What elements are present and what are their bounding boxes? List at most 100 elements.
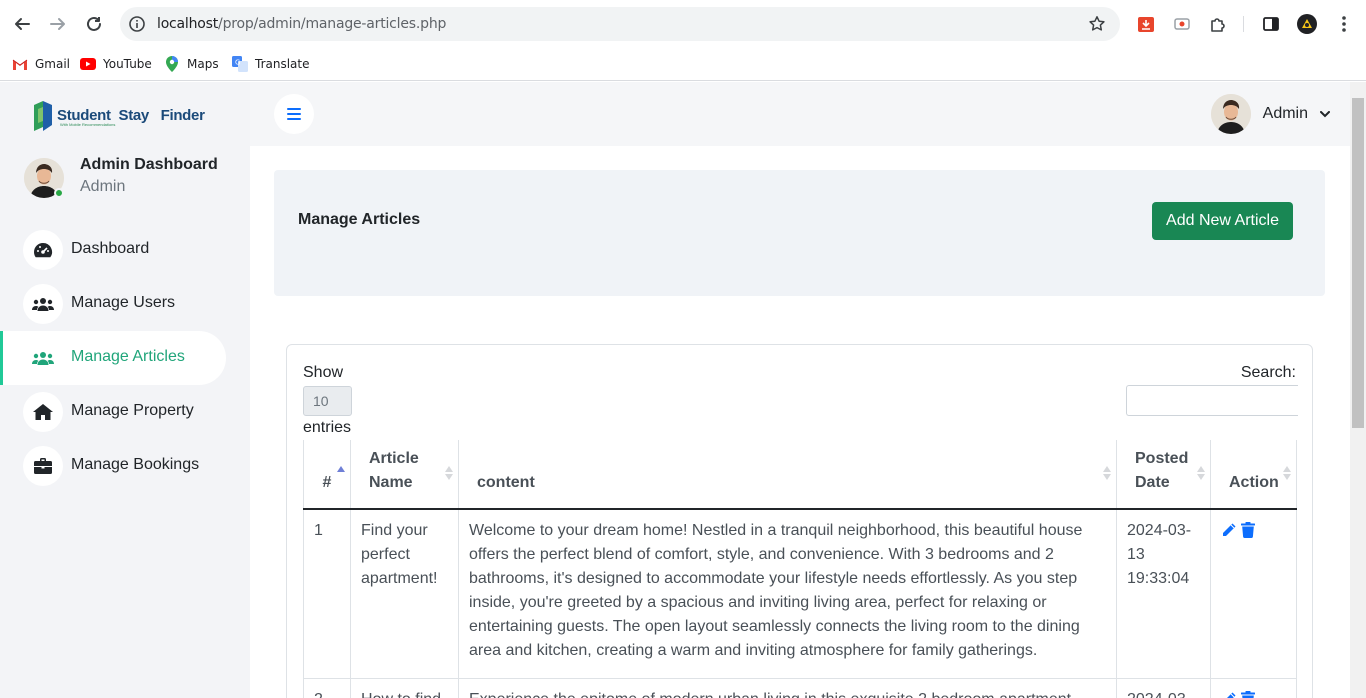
sort-icon — [1283, 466, 1291, 480]
youtube-icon — [80, 56, 96, 72]
brand-logo[interactable]: Student Stay Finder With Mobile Recommen… — [32, 98, 205, 132]
delete-trash-icon[interactable] — [1241, 522, 1255, 538]
table-row: 2 How to find Experience the epitome of … — [303, 678, 1297, 698]
cell-actions — [1210, 509, 1297, 679]
row-actions — [1221, 688, 1286, 698]
translate-icon: G — [232, 56, 248, 72]
column-header-article-name[interactable]: Article Name — [350, 440, 459, 510]
sidebar-item-dashboard[interactable]: Dashboard — [0, 223, 226, 277]
column-header-action[interactable]: Action — [1210, 440, 1297, 510]
sidebar-item-manage-users[interactable]: Manage Users — [0, 277, 226, 331]
downloader-extension-icon[interactable] — [1135, 13, 1157, 35]
column-header-content[interactable]: content — [458, 440, 1117, 510]
cell-number: 2 — [303, 678, 351, 698]
toolbar-divider — [1243, 16, 1244, 32]
address-bar[interactable]: localhost/prop/admin/manage-articles.php — [120, 7, 1120, 41]
hamburger-icon — [287, 108, 301, 120]
cell-content: Welcome to your dream home! Nestled in a… — [458, 509, 1117, 679]
cast-extension-icon[interactable] — [1171, 13, 1193, 35]
reload-icon[interactable] — [82, 12, 106, 36]
briefcase-icon — [23, 446, 63, 486]
page-scrollbar[interactable] — [1350, 82, 1366, 698]
cell-actions — [1210, 678, 1297, 698]
side-panel-icon[interactable] — [1260, 13, 1282, 35]
column-header-label: Posted Date — [1135, 450, 1189, 491]
column-header-label: content — [477, 474, 535, 491]
search-input[interactable] — [1126, 385, 1298, 416]
sort-icon — [445, 466, 453, 480]
profile-avatar-icon[interactable] — [1296, 13, 1318, 35]
extensions-puzzle-icon[interactable] — [1207, 13, 1229, 35]
bookmark-label: Translate — [255, 57, 310, 71]
url-text: localhost/prop/admin/manage-articles.php — [157, 16, 446, 32]
table-row: 1 Find your perfect apartment! Welcome t… — [303, 509, 1297, 679]
bookmark-star-icon[interactable] — [1088, 15, 1106, 33]
sort-icon — [1103, 466, 1111, 480]
brand-name: Student Stay Finder — [57, 107, 205, 124]
bookmark-maps[interactable]: Maps — [164, 53, 219, 75]
page-length-select[interactable]: 10 — [303, 386, 352, 416]
svg-text:G: G — [235, 59, 240, 67]
page-title: Manage Articles — [298, 211, 421, 228]
main-content: Manage Articles Add New Article Show 10 … — [250, 146, 1350, 698]
edit-pencil-icon[interactable] — [1221, 522, 1237, 538]
users-icon — [23, 338, 63, 378]
scrollbar-thumb[interactable] — [1352, 98, 1364, 428]
sidebar-item-label: Manage Bookings — [71, 456, 200, 473]
cell-posted-date: 2024-03- — [1116, 678, 1211, 698]
bookmark-label: Gmail — [35, 57, 71, 71]
sidebar-item-label: Manage Users — [71, 294, 176, 311]
sort-icon — [1197, 466, 1205, 480]
bookmark-label: Maps — [187, 57, 219, 71]
brand-tagline: With Mobile Recommendations — [60, 122, 116, 127]
brand-word-1: Student — [57, 106, 111, 124]
cell-number: 1 — [303, 509, 351, 679]
forward-icon[interactable] — [46, 12, 70, 36]
chrome-menu-icon[interactable] — [1333, 13, 1355, 35]
user-dropdown[interactable]: Admin — [1210, 93, 1330, 135]
edit-pencil-icon[interactable] — [1221, 691, 1237, 698]
bookmark-youtube[interactable]: YouTube — [80, 53, 152, 75]
browser-toolbar: localhost/prop/admin/manage-articles.php — [0, 0, 1366, 48]
logo-mark-icon — [34, 101, 52, 131]
online-status-dot — [54, 188, 64, 198]
cell-article-name: How to find — [350, 678, 459, 698]
bookmark-label: YouTube — [103, 57, 152, 71]
bookmark-translate[interactable]: G Translate — [232, 53, 310, 75]
sidebar-profile: Admin Dashboard Admin — [24, 154, 244, 204]
admin-app: Student Stay Finder With Mobile Recommen… — [0, 82, 1350, 698]
sidebar-item-label: Manage Property — [71, 402, 194, 419]
avatar — [1210, 94, 1251, 134]
table-header-row: # Article Name content Posted Date Actio… — [303, 440, 1297, 510]
articles-table-card: Show 10 entries Search: # Article Name c… — [286, 344, 1313, 698]
sidebar-item-manage-bookings[interactable]: Manage Bookings — [0, 439, 226, 493]
cell-article-name: Find your perfect apartment! — [350, 509, 459, 679]
user-name: Admin — [1262, 105, 1308, 122]
sort-asc-icon — [337, 466, 345, 472]
menu-toggle-button[interactable] — [274, 94, 314, 134]
brand-word-3: Finder — [160, 106, 205, 124]
topbar: Admin — [250, 82, 1350, 146]
column-header-label: Action — [1229, 474, 1279, 491]
sidebar-item-manage-property[interactable]: Manage Property — [0, 385, 226, 439]
users-icon — [23, 284, 63, 324]
add-new-article-button[interactable]: Add New Article — [1152, 202, 1293, 240]
sidebar-item-manage-articles[interactable]: Manage Articles — [0, 331, 226, 385]
column-header-posted-date[interactable]: Posted Date — [1116, 440, 1211, 510]
articles-table: # Article Name content Posted Date Actio… — [303, 440, 1297, 698]
back-icon[interactable] — [10, 12, 34, 36]
site-info-icon[interactable] — [128, 15, 146, 33]
sidebar-item-label: Dashboard — [71, 240, 150, 257]
sidebar-item-label: Manage Articles — [71, 348, 185, 365]
profile-role: Admin — [80, 178, 126, 195]
profile-name: Admin Dashboard — [80, 156, 218, 173]
url-host: localhost — [157, 16, 219, 32]
cell-posted-date: 2024-03-13 19:33:04 — [1116, 509, 1211, 679]
bookmark-gmail[interactable]: Gmail — [12, 53, 70, 75]
delete-trash-icon[interactable] — [1241, 691, 1255, 698]
home-icon — [23, 392, 63, 432]
sidebar: Student Stay Finder With Mobile Recommen… — [0, 82, 250, 698]
chevron-down-icon — [1320, 110, 1330, 117]
show-entries-label: Show — [303, 364, 344, 381]
column-header-number[interactable]: # — [303, 440, 351, 510]
